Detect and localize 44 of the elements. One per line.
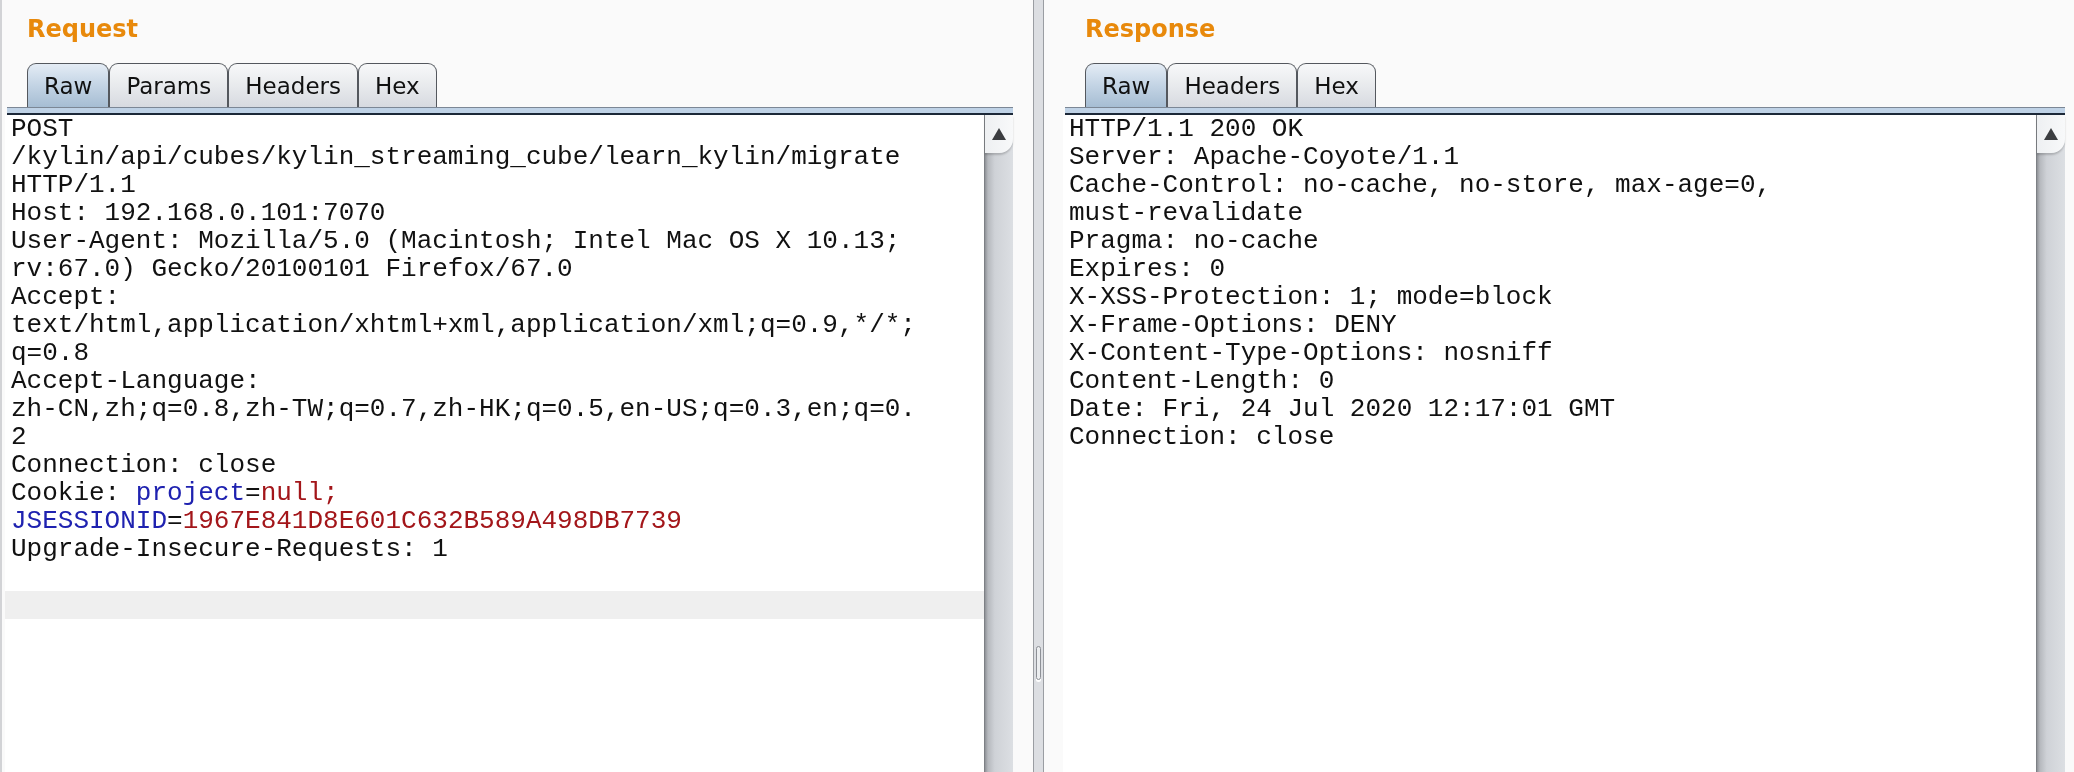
scroll-up-button[interactable] <box>2037 115 2065 153</box>
request-line: POST <box>11 115 74 143</box>
panel-title: Request <box>27 14 139 44</box>
response-line: HTTP/1.1 200 OK <box>1069 115 1304 143</box>
scrollbar[interactable] <box>984 115 1013 772</box>
request-line: Cookie: project=null; <box>11 479 339 507</box>
request-line: Host: 192.168.0.101:7070 <box>11 199 386 227</box>
up-arrow-icon <box>2044 128 2058 140</box>
tab[interactable]: Raw <box>1085 63 1168 107</box>
tab[interactable]: Raw <box>27 63 110 107</box>
scrollbar[interactable] <box>2036 115 2065 772</box>
request-line: User-Agent: Mozilla/5.0 (Macintosh; Intel Mac OS X 10.13; <box>11 227 901 255</box>
tab[interactable]: Hex <box>358 63 437 107</box>
request-line: HTTP/1.1 <box>11 171 136 199</box>
request-line: Accept: <box>11 283 121 311</box>
response-line: Cache-Control: no-cache, no-store, max-age=0, <box>1069 171 1772 199</box>
request-line: Upgrade-Insecure-Requests: 1 <box>11 535 448 563</box>
response-line: Pragma: no-cache <box>1069 227 1319 255</box>
response-line: Date: Fri, 24 Jul 2020 12:17:01 GMT <box>1069 395 1616 423</box>
request-line: zh-CN,zh;q=0.8,zh-TW;q=0.7,zh-HK;q=0.5,en-US;q=0.3,en;q=0. <box>11 395 916 423</box>
scroll-up-button[interactable] <box>985 115 1013 153</box>
request-line: text/html,application/xhtml+xml,application/xml;q=0.9,*/*; <box>11 311 916 339</box>
grip-icon <box>1036 646 1041 680</box>
tab[interactable]: Hex <box>1297 63 1376 107</box>
panel-title: Response <box>1085 14 1216 44</box>
tab[interactable]: Headers <box>228 63 358 107</box>
response-line: Expires: 0 <box>1069 255 1226 283</box>
request-line: q=0.8 <box>11 339 89 367</box>
tab[interactable]: Headers <box>1167 63 1298 107</box>
request-line: /kylin/api/cubes/kylin_streaming_cube/learn_kylin/migrate <box>11 143 901 171</box>
request-line: JSESSIONID=1967E841D8E601C632B589A498DB7739 <box>11 507 682 535</box>
response-line: X-Frame-Options: DENY <box>1069 311 1397 339</box>
request-line: rv:67.0) Gecko/20100101 Firefox/67.0 <box>11 255 573 283</box>
response-line: must-revalidate <box>1069 199 1304 227</box>
request-line: Connection: close <box>11 451 277 479</box>
request-line: 2 <box>11 423 27 451</box>
response-line: X-XSS-Protection: 1; mode=block <box>1069 283 1553 311</box>
response-line: Content-Length: 0 <box>1069 367 1335 395</box>
request-line: Accept-Language: <box>11 367 261 395</box>
response-line: X-Content-Type-Options: nosniff <box>1069 339 1553 367</box>
response-line: Server: Apache-Coyote/1.1 <box>1069 143 1460 171</box>
response-line: Connection: close <box>1069 423 1335 451</box>
up-arrow-icon <box>992 128 1006 140</box>
tab[interactable]: Params <box>109 63 229 107</box>
